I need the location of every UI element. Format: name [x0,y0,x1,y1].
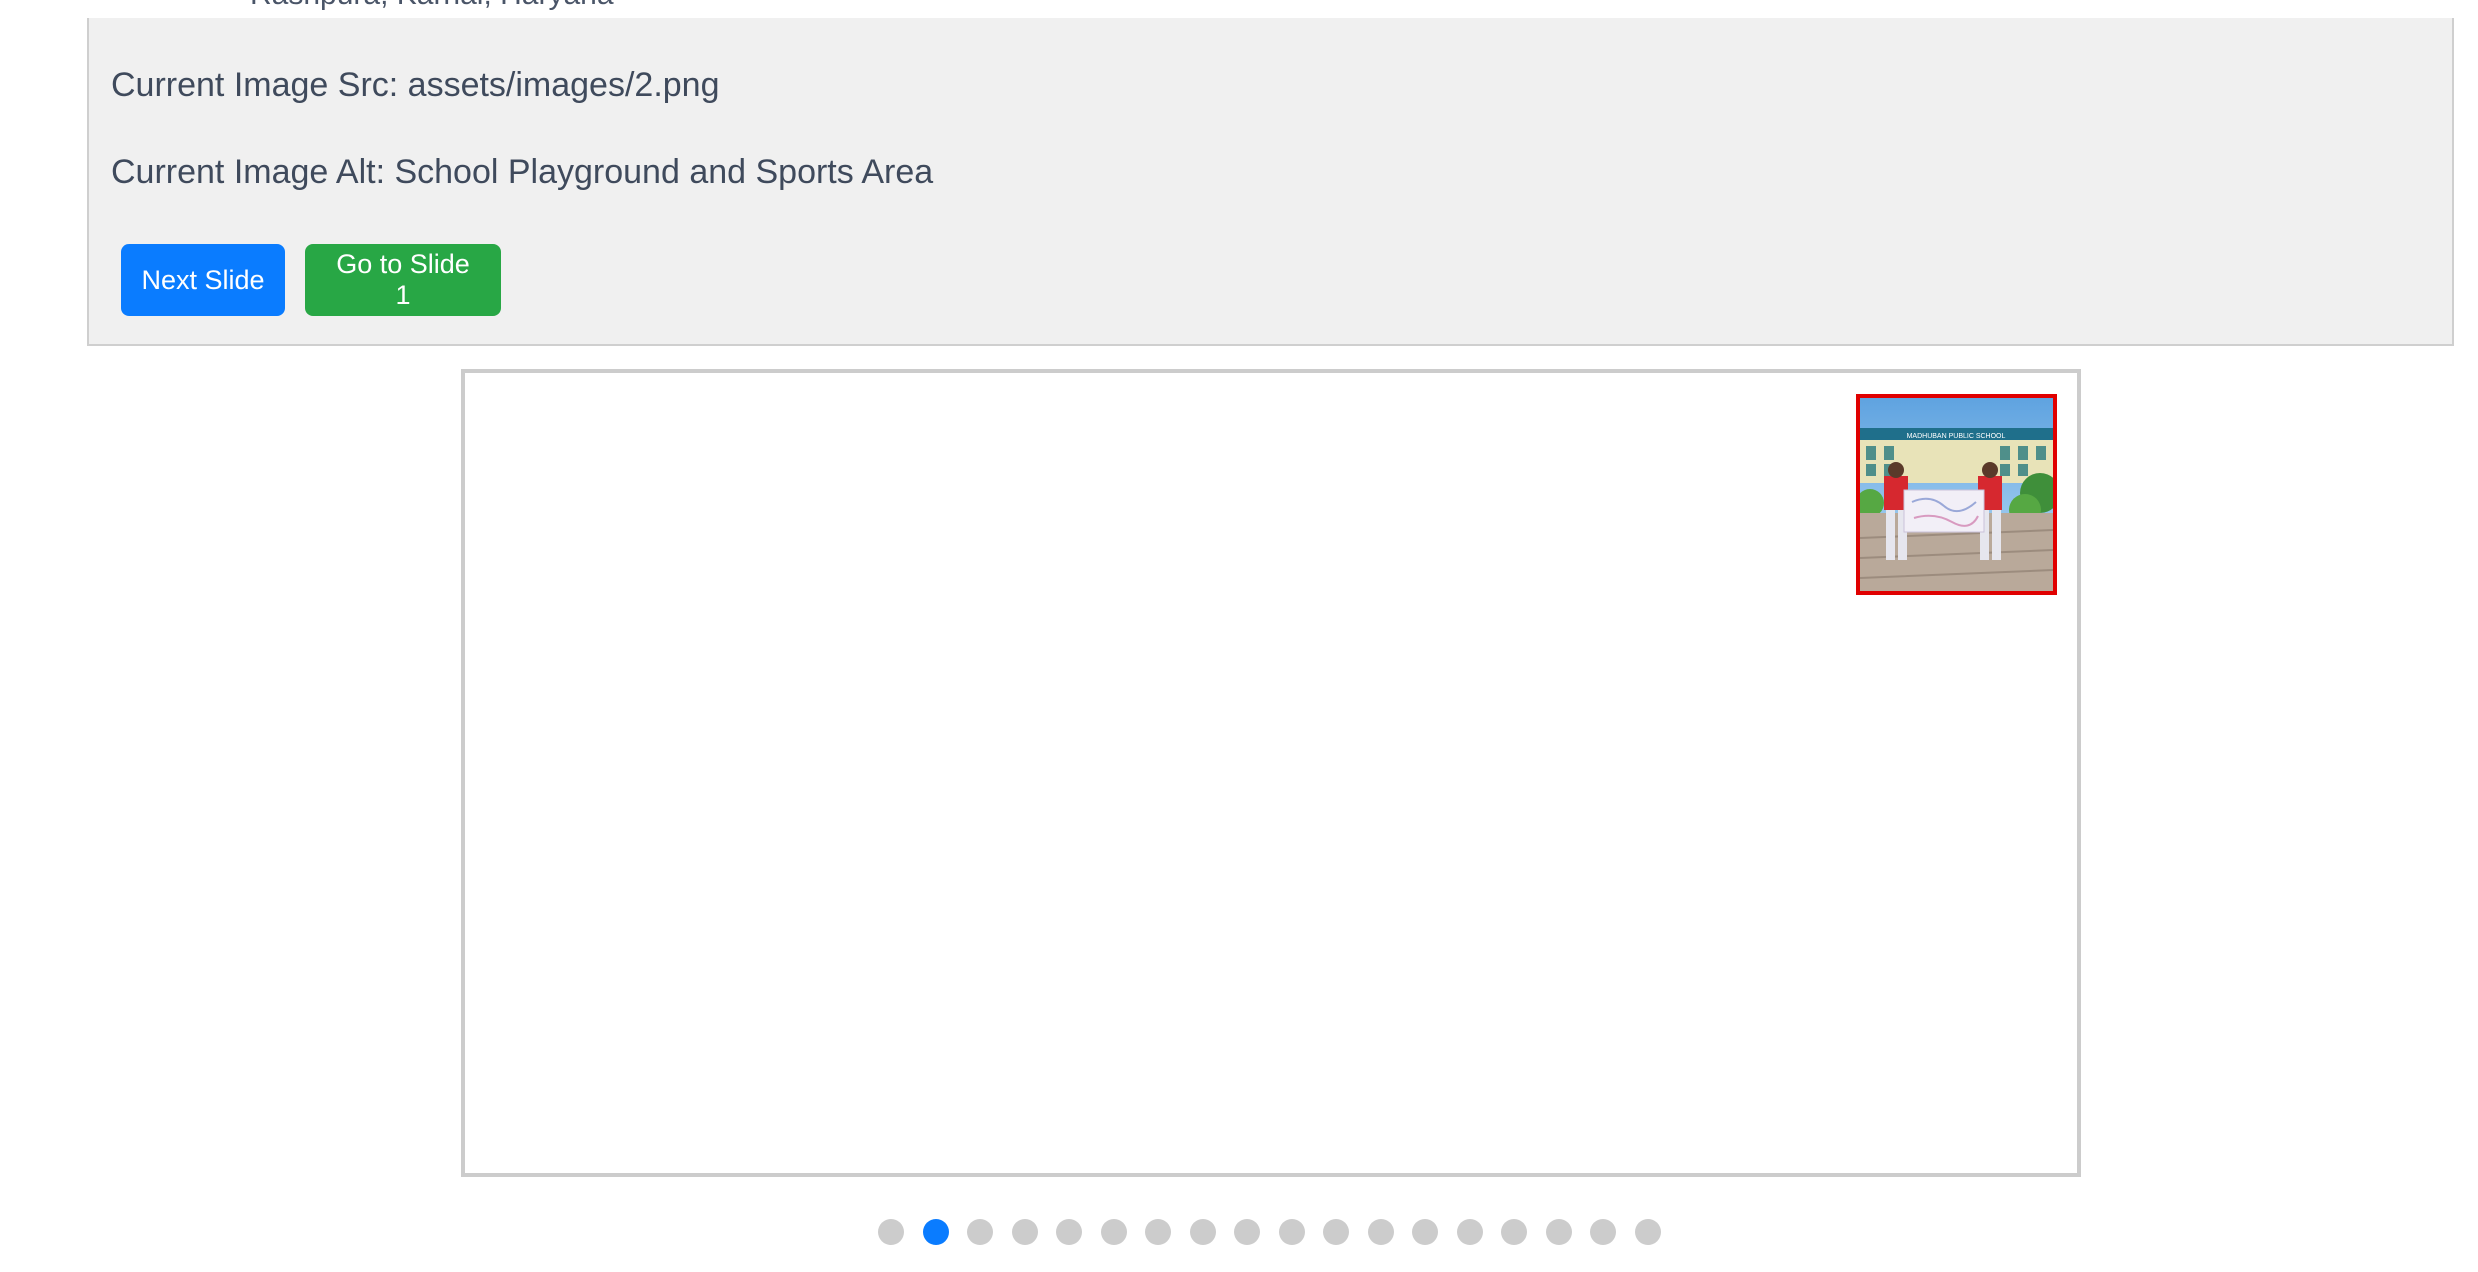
school-sign-text: MADHUBAN PUBLIC SCHOOL [1907,433,2006,440]
pagination-dot[interactable] [1056,1219,1082,1245]
pagination-dot[interactable] [1367,1219,1394,1245]
pagination-dot-active[interactable] [922,1219,949,1245]
pagination-dot[interactable] [1189,1219,1216,1245]
pagination-dot[interactable] [1634,1219,1661,1245]
image-carousel: MADHUBAN PUBLIC SCHOOL [461,369,2081,1177]
location-text: Rasnpura, Karnal, Haryana [250,0,614,12]
top-strip: Rasnpura, Karnal, Haryana [0,0,2478,18]
pagination-dot[interactable] [1323,1219,1349,1245]
pagination-dot[interactable] [1545,1219,1572,1245]
pagination-dot[interactable] [967,1219,993,1245]
current-image-src-text: Current Image Src: assets/images/2.png [111,66,720,104]
pagination-dot[interactable] [1100,1219,1127,1245]
pagination-dot[interactable] [1278,1219,1305,1245]
next-slide-button[interactable]: Next Slide [121,244,285,316]
go-to-slide-1-button[interactable]: Go to Slide 1 [305,244,501,316]
pagination-dot[interactable] [1011,1219,1038,1245]
school-photo-icon: MADHUBAN PUBLIC SCHOOL [1860,398,2053,591]
pagination-dot[interactable] [1590,1219,1616,1245]
debug-panel: Current Image Src: assets/images/2.png C… [87,18,2454,346]
slide-thumbnail-image[interactable]: MADHUBAN PUBLIC SCHOOL [1856,394,2057,595]
pagination-dot[interactable] [878,1219,904,1245]
pagination-dot[interactable] [1456,1219,1483,1245]
carousel-pagination [878,1219,1661,1245]
pagination-dot[interactable] [1412,1219,1438,1245]
pagination-dot[interactable] [1501,1219,1527,1245]
pagination-dot[interactable] [1145,1219,1171,1245]
pagination-dot[interactable] [1234,1219,1260,1245]
current-image-alt-text: Current Image Alt: School Playground and… [111,153,934,191]
